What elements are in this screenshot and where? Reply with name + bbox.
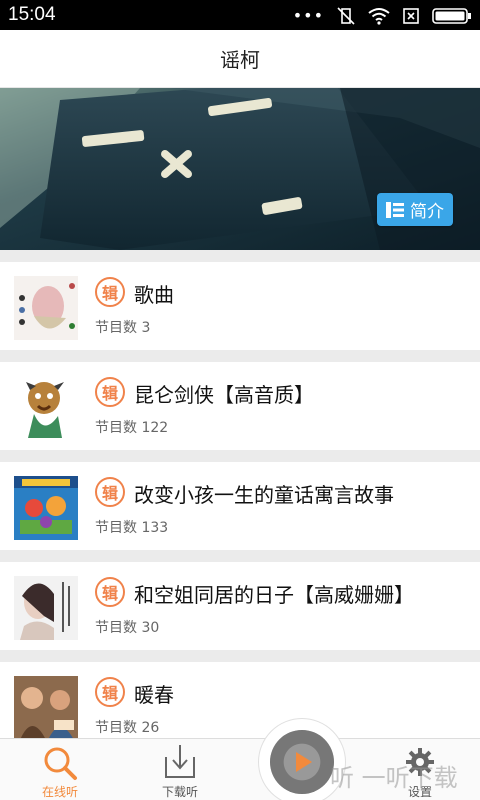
more-dots-icon: ••• — [292, 6, 324, 25]
album-episode-count: 节目数 133 — [95, 520, 169, 536]
tab-online[interactable]: 在线听 — [10, 739, 110, 800]
album-episode-count: 节目数 122 — [95, 420, 169, 436]
now-playing-button[interactable] — [258, 718, 346, 800]
album-badge-icon: 辑 — [95, 277, 125, 307]
intro-label: 简介 — [410, 202, 444, 222]
album-item[interactable]: 辑 和空姐同居的日子【高威姗姗】 节目数 30 — [0, 562, 480, 650]
no-sim-icon — [403, 8, 419, 24]
album-item[interactable]: 辑 昆仑剑侠【高音质】 节目数 122 — [0, 362, 480, 450]
wifi-icon — [368, 8, 390, 25]
vibrate-off-icon — [337, 7, 355, 25]
status-time: 15:04 — [8, 4, 56, 25]
bottom-tab-bar: 在线听 下载听 设置 — [0, 738, 480, 800]
tab-online-label: 在线听 — [41, 785, 78, 799]
battery-icon — [432, 8, 471, 24]
album-episode-count: 节目数 3 — [95, 320, 151, 336]
album-badge-icon: 辑 — [95, 477, 125, 507]
gear-icon — [406, 748, 434, 776]
album-cover — [14, 276, 78, 340]
album-item[interactable]: 辑 暖春 节目数 26 — [0, 662, 480, 750]
album-item[interactable]: 辑 歌曲 节目数 3 — [0, 262, 480, 350]
album-cover — [14, 676, 78, 740]
page-title: 谣柯 — [220, 48, 260, 72]
status-bar: 15:04 ••• — [0, 0, 480, 30]
album-episode-count: 节目数 26 — [95, 720, 160, 736]
album-title: 和空姐同居的日子【高威姗姗】 — [134, 583, 414, 607]
play-icon — [296, 752, 312, 772]
title-bar: 谣柯 — [0, 30, 480, 88]
album-item[interactable]: 辑 改变小孩一生的童话寓言故事 节目数 133 — [0, 462, 480, 550]
album-cover — [14, 576, 78, 640]
disc-icon — [270, 730, 334, 794]
album-episode-count: 节目数 30 — [95, 620, 160, 636]
album-title: 歌曲 — [134, 283, 174, 307]
album-badge-icon: 辑 — [95, 377, 125, 407]
tab-settings[interactable]: 设置 — [370, 739, 470, 800]
status-icons: ••• — [293, 7, 472, 25]
intro-button[interactable]: 简介 — [377, 193, 453, 226]
search-icon — [44, 747, 77, 780]
album-cover — [14, 376, 78, 440]
list-icon — [386, 201, 404, 218]
download-icon — [165, 745, 195, 778]
album-cover — [14, 476, 78, 540]
album-title: 暖春 — [134, 683, 174, 707]
tab-download[interactable]: 下载听 — [130, 739, 230, 800]
tab-download-label: 下载听 — [161, 785, 198, 799]
album-title: 改变小孩一生的童话寓言故事 — [134, 483, 394, 507]
album-title: 昆仑剑侠【高音质】 — [134, 383, 314, 407]
tab-settings-label: 设置 — [407, 785, 432, 799]
album-badge-icon: 辑 — [95, 677, 125, 707]
album-badge-icon: 辑 — [95, 577, 125, 607]
